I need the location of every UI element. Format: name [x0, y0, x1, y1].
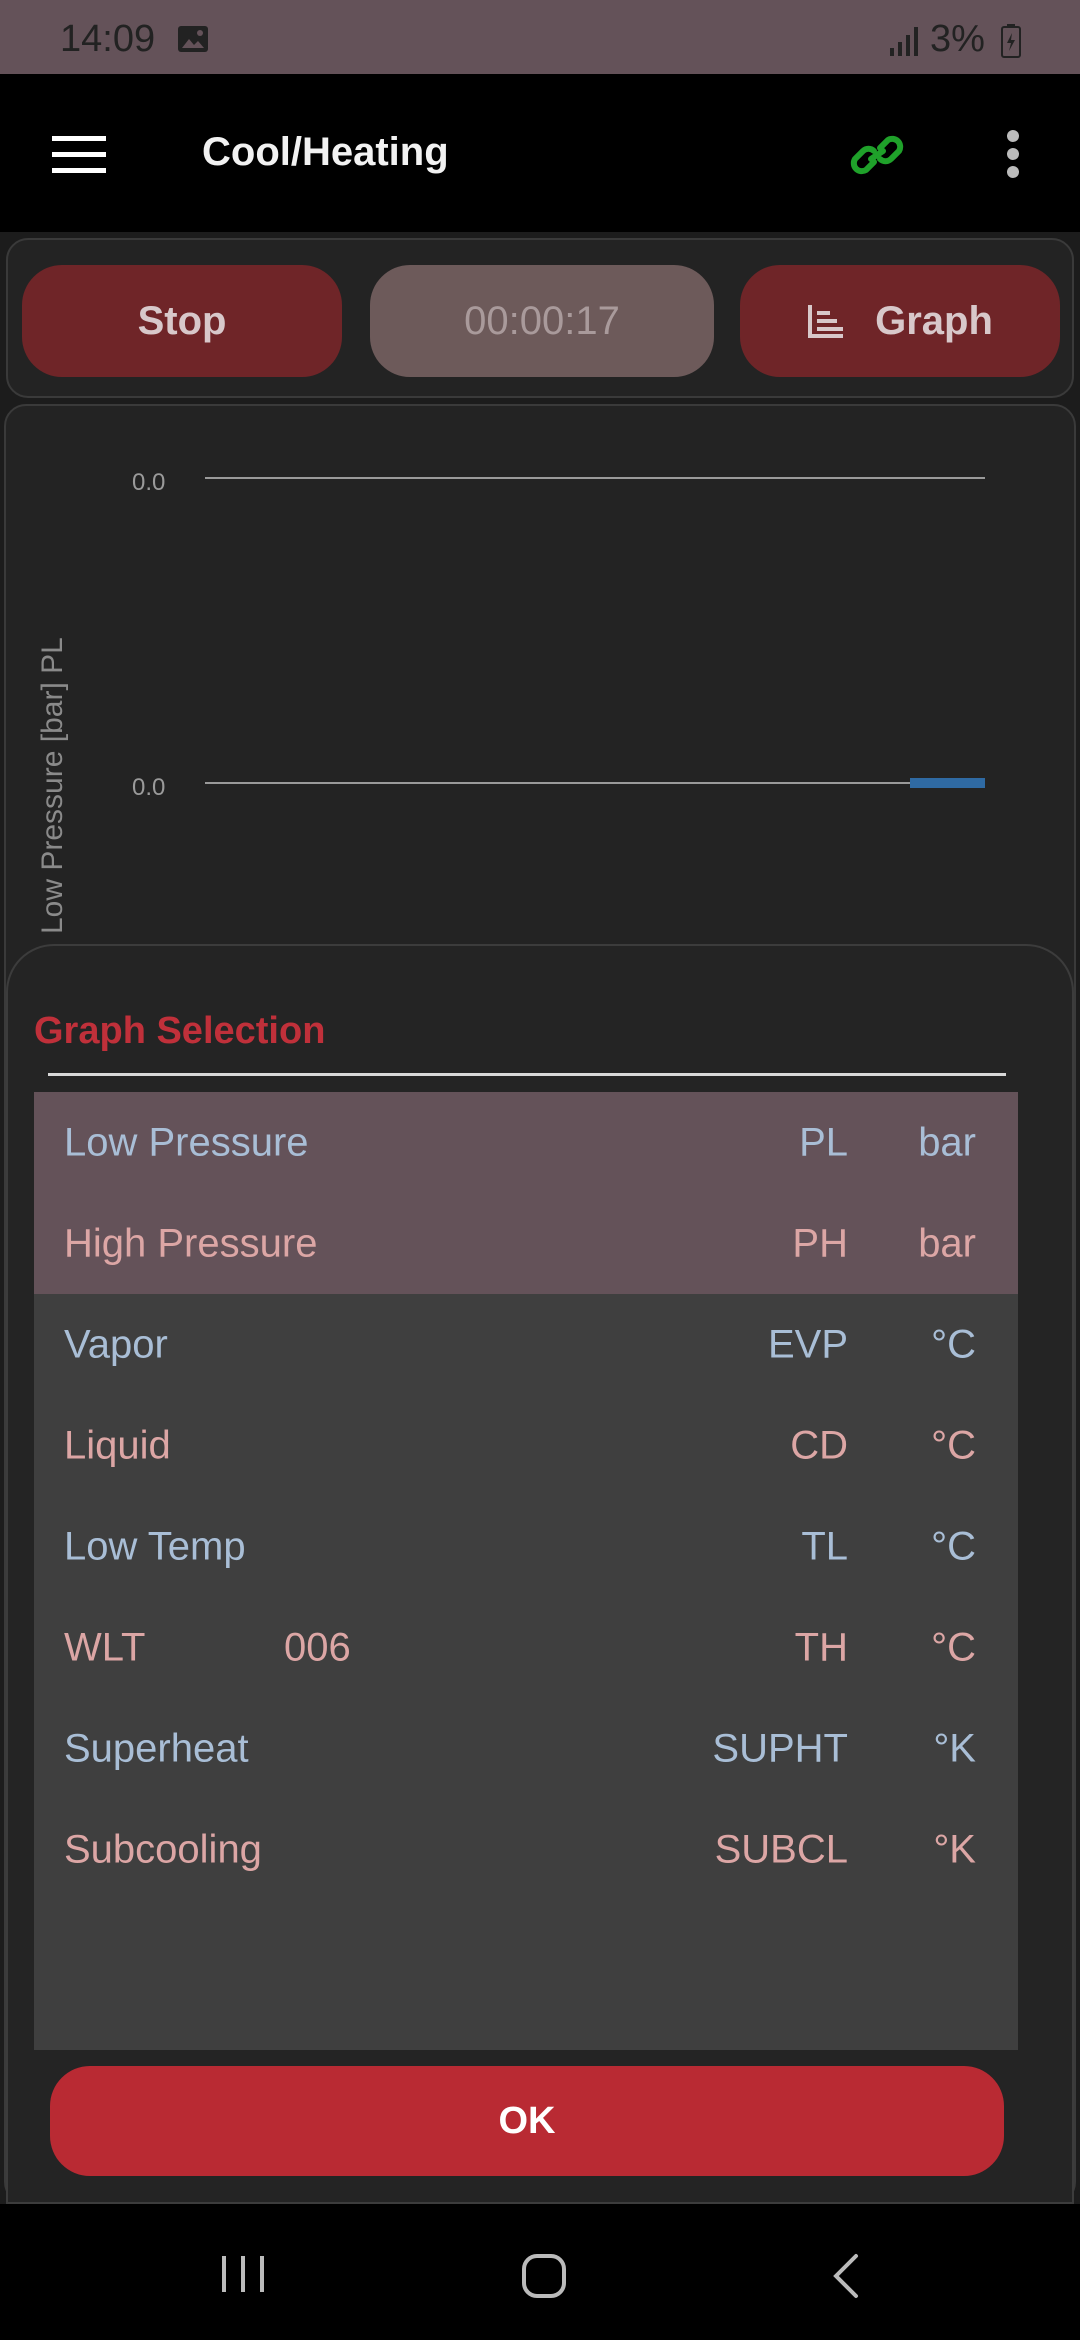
- battery-percentage: 3%: [930, 18, 985, 60]
- item-name: Low Temp: [64, 1524, 246, 1568]
- battery-icon: [1001, 24, 1021, 58]
- pressure-chart: Low Pressure [bar] PL 0.0 0.0: [36, 469, 985, 934]
- timer-display: 00:00:17: [370, 265, 714, 377]
- item-code: SUPHT: [712, 1726, 848, 1770]
- timer-value: 00:00:17: [464, 298, 620, 343]
- link-icon[interactable]: [850, 132, 904, 178]
- graph-button[interactable]: Graph: [740, 265, 1060, 377]
- list-item[interactable]: High Pressure PH bar: [34, 1193, 1018, 1294]
- list-item[interactable]: Low Pressure PL bar: [34, 1092, 1018, 1193]
- item-unit: °C: [931, 1524, 976, 1568]
- hamburger-menu-icon[interactable]: [52, 136, 106, 174]
- item-code: PH: [792, 1221, 848, 1265]
- item-name: Vapor: [64, 1322, 168, 1366]
- item-name: Subcooling: [64, 1827, 262, 1871]
- y-tick-label-top: 0.0: [132, 469, 165, 496]
- item-unit: °C: [931, 1625, 976, 1669]
- item-code: CD: [790, 1423, 848, 1467]
- item-unit: bar: [918, 1221, 976, 1265]
- bar-chart-icon: [808, 305, 844, 338]
- home-icon[interactable]: [520, 2252, 568, 2300]
- item-unit: °K: [933, 1726, 976, 1770]
- stop-button-label: Stop: [137, 298, 227, 343]
- ok-button-label: OK: [498, 2099, 556, 2142]
- item-unit: °C: [931, 1322, 976, 1366]
- stop-button[interactable]: Stop: [22, 265, 342, 377]
- more-vert-icon[interactable]: [1004, 128, 1022, 180]
- list-item[interactable]: Vapor EVP °C: [34, 1294, 1018, 1395]
- list-item[interactable]: Subcooling SUBCL °K: [34, 1799, 1018, 1900]
- y-axis-label: Low Pressure [bar] PL: [36, 637, 69, 934]
- recents-icon[interactable]: [218, 2254, 268, 2294]
- list-item[interactable]: Low Temp TL °C: [34, 1496, 1018, 1597]
- item-code: TL: [801, 1524, 848, 1568]
- item-unit: °K: [933, 1827, 976, 1871]
- divider: [48, 1073, 1006, 1076]
- sheet-title: Graph Selection: [34, 1010, 326, 1052]
- item-code: PL: [799, 1120, 848, 1164]
- status-time: 14:09: [60, 18, 156, 60]
- item-name: WLT: [64, 1625, 146, 1669]
- back-icon[interactable]: [830, 2252, 862, 2300]
- list-item[interactable]: WLT 006 TH °C: [34, 1597, 1018, 1698]
- graph-selection-list[interactable]: Low Pressure PL bar High Pressure PH bar Vapor…: [34, 1092, 1018, 2050]
- list-item[interactable]: Liquid CD °C: [34, 1395, 1018, 1496]
- app-title: Cool/Heating: [202, 130, 449, 174]
- item-code: SUBCL: [714, 1827, 848, 1871]
- image-notification-icon: [178, 26, 208, 52]
- item-name: High Pressure: [64, 1221, 318, 1265]
- signal-icon: [890, 27, 918, 56]
- item-name: Superheat: [64, 1726, 249, 1770]
- item-code: EVP: [767, 1322, 848, 1366]
- ok-button[interactable]: OK: [50, 2066, 1004, 2176]
- item-name: Liquid: [64, 1423, 171, 1467]
- item-extra: 006: [284, 1625, 351, 1669]
- y-tick-label-bottom: 0.0: [132, 774, 165, 801]
- list-item[interactable]: Superheat SUPHT °K: [34, 1698, 1018, 1799]
- item-unit: °C: [931, 1423, 976, 1467]
- graph-button-label: Graph: [875, 298, 993, 343]
- item-name: Low Pressure: [64, 1120, 309, 1164]
- item-unit: bar: [918, 1120, 976, 1164]
- app-toolbar: [0, 74, 1080, 232]
- item-code: TH: [794, 1625, 848, 1669]
